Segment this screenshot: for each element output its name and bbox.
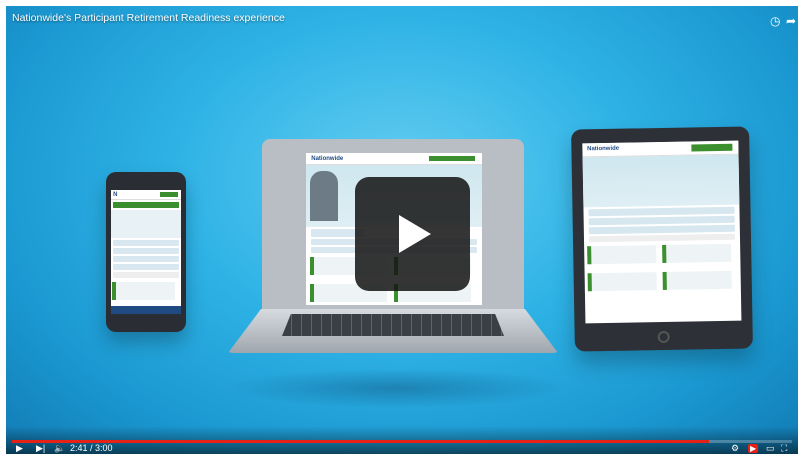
time-display: 2:41 / 3:00 [70,443,113,453]
clock-icon[interactable]: ◷ [770,14,780,28]
share-icon[interactable]: ➦ [786,14,796,28]
control-bar: ▶ ▶| 🔈 2:41 / 3:00 ⚙ ▶ ▭ ⛶ [6,426,798,454]
progress-bar[interactable] [12,440,792,443]
progress-fill [12,440,710,443]
youtube-logo[interactable]: ▶ [748,444,759,453]
volume-icon[interactable]: 🔈 [54,444,65,453]
laptop-keyboard [282,314,504,336]
reflection-shadow [226,368,566,408]
next-icon[interactable]: ▶| [36,444,45,453]
play-icon[interactable]: ▶ [16,444,23,453]
phone-mockup: N [106,172,186,332]
phone-screen: N [111,190,181,314]
play-button[interactable] [355,177,470,291]
tablet-screen: Nationwide [582,140,742,324]
video-player[interactable]: Nationwide's Participant Retirement Read… [6,6,798,454]
video-title[interactable]: Nationwide's Participant Retirement Read… [12,12,285,24]
fullscreen-icon[interactable]: ⛶ [781,444,787,453]
settings-icon[interactable]: ⚙ [731,444,739,453]
tv-icon[interactable]: ▭ [766,444,775,453]
tablet-mockup: Nationwide [571,126,753,352]
play-icon [399,215,431,253]
